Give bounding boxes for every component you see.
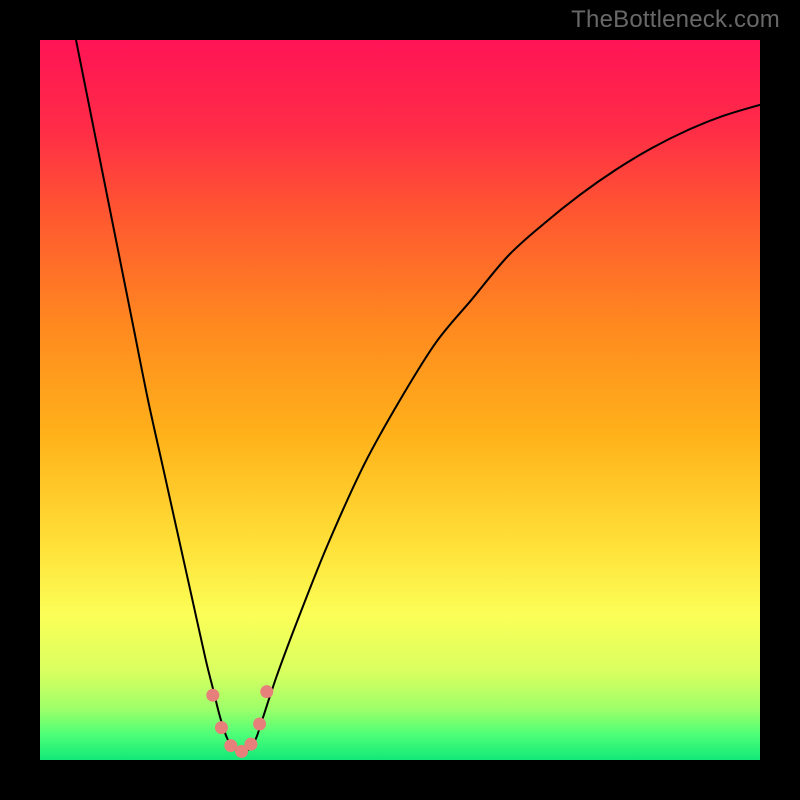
plot-area <box>40 40 760 760</box>
curve-markers <box>206 685 273 758</box>
curve-marker <box>244 738 257 751</box>
curve-marker <box>206 689 219 702</box>
curve-marker <box>215 721 228 734</box>
curve-path <box>76 40 760 751</box>
curve-marker <box>253 718 266 731</box>
curve-marker <box>260 685 273 698</box>
bottleneck-curve <box>40 40 760 760</box>
chart-frame: TheBottleneck.com <box>0 0 800 800</box>
watermark: TheBottleneck.com <box>571 6 780 34</box>
